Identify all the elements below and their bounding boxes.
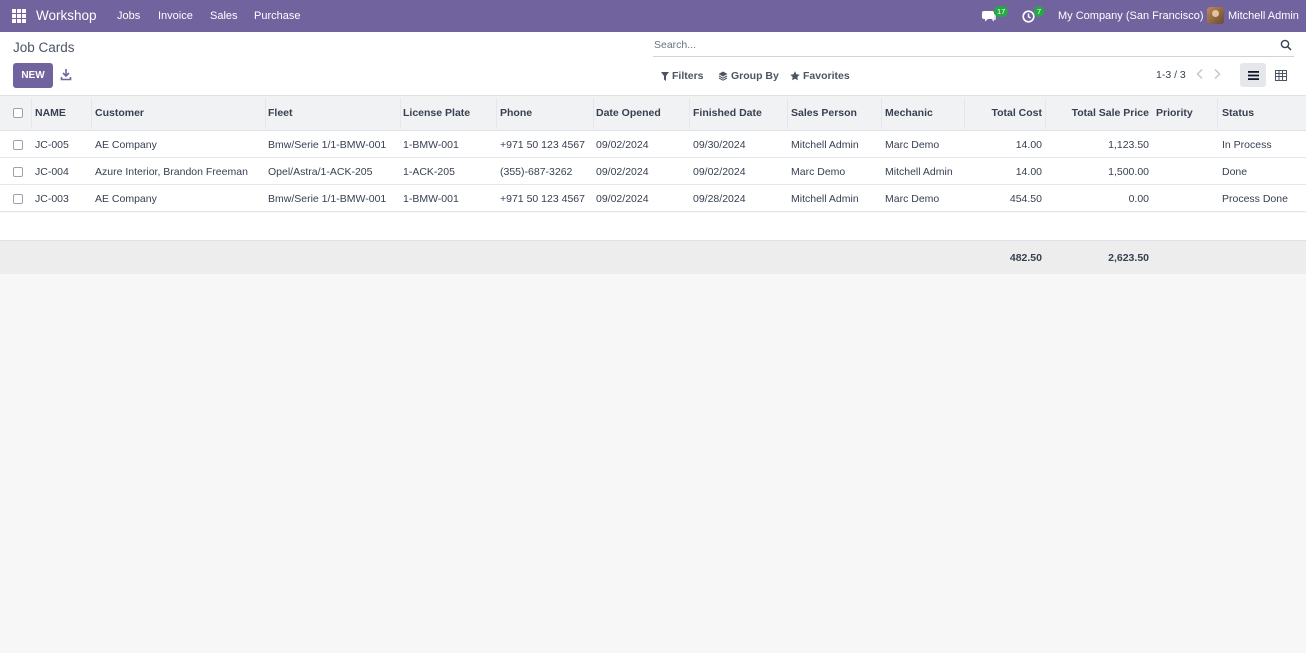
filters-button[interactable]: Filters xyxy=(661,70,704,82)
download-icon[interactable] xyxy=(60,68,72,81)
cell-status: In Process xyxy=(1222,139,1272,151)
column-header-sales-person[interactable]: Sales Person xyxy=(791,107,857,119)
star-icon xyxy=(790,71,800,81)
cell-sales-person: Mitchell Admin xyxy=(791,139,859,151)
search-input[interactable] xyxy=(654,39,1254,51)
cell-date-opened: 09/02/2024 xyxy=(596,193,649,205)
select-all-checkbox[interactable] xyxy=(13,108,23,118)
cell-date-opened: 09/02/2024 xyxy=(596,139,649,151)
cell-mechanic: Mitchell Admin xyxy=(885,166,953,178)
menu-invoice[interactable]: Invoice xyxy=(158,10,193,22)
cell-date-opened: 09/02/2024 xyxy=(596,166,649,178)
menu-jobs[interactable]: Jobs xyxy=(117,10,140,22)
cell-sales-person: Marc Demo xyxy=(791,166,846,178)
column-header-status[interactable]: Status xyxy=(1222,107,1254,119)
cell-fleet: Bmw/Serie 1/1-BMW-001 xyxy=(268,139,387,151)
group-by-label: Group By xyxy=(731,70,779,82)
favorites-label: Favorites xyxy=(803,70,850,82)
cell-status: Process Done xyxy=(1222,193,1288,205)
table-header: NAME Customer Fleet License Plate Phone … xyxy=(0,95,1306,131)
control-panel: Job Cards NEW Filters Group By Favorites… xyxy=(0,32,1306,95)
menu-sales[interactable]: Sales xyxy=(210,10,238,22)
filter-icon xyxy=(661,71,669,81)
total-cost-sum: 482.50 xyxy=(1009,252,1042,264)
cell-license-plate: 1-BMW-001 xyxy=(403,139,459,151)
column-header-fleet[interactable]: Fleet xyxy=(268,107,293,119)
favorites-button[interactable]: Favorites xyxy=(790,70,850,82)
cell-total-cost: 454.50 xyxy=(1009,193,1042,205)
cell-license-plate: 1-BMW-001 xyxy=(403,193,459,205)
table-row[interactable]: JC-004 Azure Interior, Brandon Freeman O… xyxy=(0,158,1306,185)
cell-finished-date: 09/30/2024 xyxy=(693,139,746,151)
cell-total-sale-price: 0.00 xyxy=(1128,193,1149,205)
cell-name: JC-005 xyxy=(35,139,69,151)
cell-phone: +971 50 123 4567 xyxy=(500,193,585,205)
cell-total-sale-price: 1,500.00 xyxy=(1108,166,1149,178)
layers-icon xyxy=(718,71,728,81)
table-row[interactable]: JC-005 AE Company Bmw/Serie 1/1-BMW-001 … xyxy=(0,131,1306,158)
cell-customer: Azure Interior, Brandon Freeman xyxy=(95,166,248,178)
app-name[interactable]: Workshop xyxy=(36,8,97,23)
top-navbar: Workshop Jobs Invoice Sales Purchase 17 … xyxy=(0,0,1306,32)
cell-name: JC-003 xyxy=(35,193,69,205)
group-by-button[interactable]: Group By xyxy=(718,70,779,82)
user-avatar[interactable] xyxy=(1207,7,1224,24)
column-header-finished-date[interactable]: Finished Date xyxy=(693,107,762,119)
column-header-priority[interactable]: Priority xyxy=(1156,107,1193,119)
column-header-total-sale-price[interactable]: Total Sale Price xyxy=(1049,107,1149,119)
cell-total-cost: 14.00 xyxy=(1015,139,1042,151)
page-title[interactable]: Job Cards xyxy=(13,40,75,55)
filters-label: Filters xyxy=(672,70,704,82)
cell-phone: +971 50 123 4567 xyxy=(500,139,585,151)
messages-button[interactable]: 17 xyxy=(982,6,1009,24)
user-menu[interactable]: Mitchell Admin xyxy=(1228,10,1299,22)
cell-status: Done xyxy=(1222,166,1248,178)
empty-row xyxy=(0,213,1306,240)
company-switcher[interactable]: My Company (San Francisco) xyxy=(1058,10,1204,22)
cell-total-sale-price: 1,123.50 xyxy=(1108,139,1149,151)
row-checkbox[interactable] xyxy=(13,194,23,204)
list-view-button[interactable] xyxy=(1240,63,1266,87)
activities-button[interactable]: 7 xyxy=(1022,6,1048,24)
new-button[interactable]: NEW xyxy=(13,63,53,88)
column-header-phone[interactable]: Phone xyxy=(500,107,532,119)
apps-menu-icon[interactable] xyxy=(12,9,26,23)
messages-count-badge: 17 xyxy=(994,6,1009,17)
chevron-right-icon[interactable] xyxy=(1212,68,1222,80)
pager-value[interactable]: 1-3 / 3 xyxy=(1156,69,1186,81)
row-checkbox[interactable] xyxy=(13,140,23,150)
activities-count-badge: 7 xyxy=(1034,6,1045,17)
chevron-left-icon[interactable] xyxy=(1195,68,1205,80)
cell-customer: AE Company xyxy=(95,139,157,151)
cell-mechanic: Marc Demo xyxy=(885,139,940,151)
cell-phone: (355)-687-3262 xyxy=(500,166,573,178)
pivot-view-button[interactable] xyxy=(1270,63,1292,87)
column-header-customer[interactable]: Customer xyxy=(95,107,144,119)
cell-license-plate: 1-ACK-205 xyxy=(403,166,455,178)
column-header-mechanic[interactable]: Mechanic xyxy=(885,107,933,119)
table-row[interactable]: JC-003 AE Company Bmw/Serie 1/1-BMW-001 … xyxy=(0,185,1306,212)
row-checkbox[interactable] xyxy=(13,167,23,177)
cell-fleet: Bmw/Serie 1/1-BMW-001 xyxy=(268,193,387,205)
table-footer-totals: 482.50 2,623.50 xyxy=(0,240,1306,274)
column-header-name[interactable]: NAME xyxy=(35,107,66,119)
cell-sales-person: Mitchell Admin xyxy=(791,193,859,205)
cell-finished-date: 09/02/2024 xyxy=(693,166,746,178)
cell-customer: AE Company xyxy=(95,193,157,205)
cell-total-cost: 14.00 xyxy=(1015,166,1042,178)
cell-fleet: Opel/Astra/1-ACK-205 xyxy=(268,166,373,178)
column-header-date-opened[interactable]: Date Opened xyxy=(596,107,661,119)
total-sale-price-sum: 2,623.50 xyxy=(1108,252,1149,264)
cell-name: JC-004 xyxy=(35,166,69,178)
cell-mechanic: Marc Demo xyxy=(885,193,940,205)
table-icon xyxy=(1275,69,1287,81)
list-icon xyxy=(1247,70,1259,80)
column-header-license-plate[interactable]: License Plate xyxy=(403,107,470,119)
search-bar xyxy=(653,37,1294,57)
menu-purchase[interactable]: Purchase xyxy=(254,10,300,22)
column-header-total-cost[interactable]: Total Cost xyxy=(968,107,1042,119)
search-icon[interactable] xyxy=(1280,39,1292,51)
cell-finished-date: 09/28/2024 xyxy=(693,193,746,205)
